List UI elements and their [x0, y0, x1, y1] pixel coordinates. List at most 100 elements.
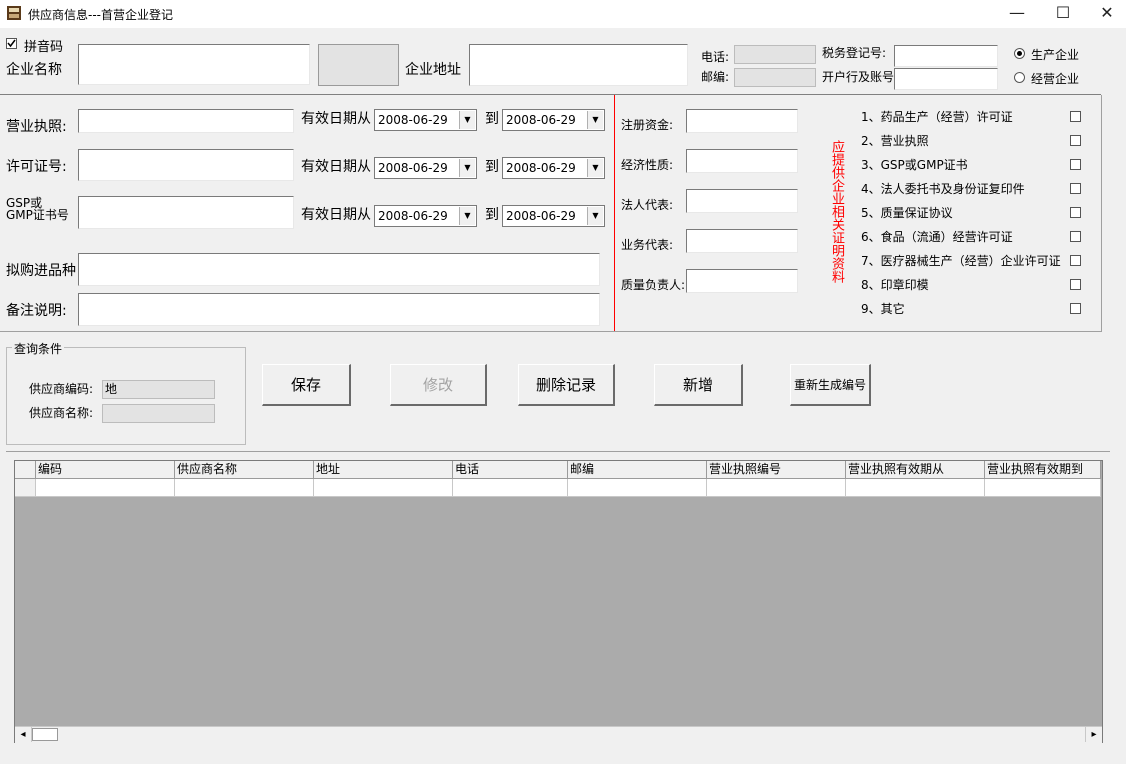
legal-rep-label: 法人代表: [621, 198, 674, 212]
document-item-label: 4、法人委托书及身份证复印件 [861, 182, 1025, 196]
document-item-label: 9、其它 [861, 302, 905, 316]
legal-rep-input[interactable] [686, 189, 798, 213]
grid-column-header[interactable]: 地址 [314, 461, 453, 479]
panel-bottom-border [0, 331, 1102, 332]
reg-capital-input[interactable] [686, 109, 798, 133]
regenerate-code-button[interactable]: 重新生成编号 [790, 364, 871, 406]
gsp-label-line2: GMP证书号 [6, 208, 69, 222]
gsp-from-date[interactable]: 2008-06-29 ▼ [374, 205, 477, 227]
red-separator [614, 95, 615, 331]
document-item-checkbox[interactable] [1070, 135, 1081, 146]
scroll-right-arrow-icon[interactable]: ▸ [1085, 727, 1102, 742]
chevron-down-icon[interactable]: ▼ [459, 207, 475, 225]
chevron-down-icon[interactable]: ▼ [587, 159, 603, 177]
phone-field[interactable] [734, 45, 816, 64]
document-item-checkbox[interactable] [1070, 231, 1081, 242]
grid-cell[interactable] [846, 479, 985, 497]
document-item-label: 3、GSP或GMP证书 [861, 158, 968, 172]
close-button[interactable]: ✕ [1084, 2, 1126, 26]
chevron-down-icon[interactable]: ▼ [587, 111, 603, 129]
chevron-down-icon[interactable]: ▼ [587, 207, 603, 225]
gsp-to-date[interactable]: 2008-06-29 ▼ [502, 205, 605, 227]
scroll-thumb[interactable] [32, 728, 58, 741]
document-item-checkbox[interactable] [1070, 255, 1081, 266]
pinyin-checkbox[interactable]: 拼音码 [6, 36, 86, 55]
permit-to-date-value: 2008-06-29 [506, 161, 576, 175]
document-item-label: 8、印章印模 [861, 278, 929, 292]
pinyin-checkbox-box[interactable] [6, 38, 17, 49]
gsp-to-label: 到 [485, 207, 499, 223]
edit-button[interactable]: 修改 [390, 364, 487, 406]
grid-cell[interactable] [314, 479, 453, 497]
document-item-checkbox[interactable] [1070, 279, 1081, 290]
chevron-down-icon[interactable]: ▼ [459, 111, 475, 129]
scroll-left-arrow-icon[interactable]: ◂ [15, 727, 32, 742]
gsp-label: GSP或 GMP证书号 [6, 197, 69, 221]
radio-trading-dot[interactable] [1014, 72, 1025, 83]
grid-cell[interactable] [707, 479, 846, 497]
delete-record-button[interactable]: 删除记录 [518, 364, 615, 406]
document-item-checkbox[interactable] [1070, 159, 1081, 170]
document-item-label: 2、营业执照 [861, 134, 929, 148]
chevron-down-icon[interactable]: ▼ [459, 159, 475, 177]
grid-column-header[interactable]: 电话 [453, 461, 568, 479]
econ-nature-input[interactable] [686, 149, 798, 173]
permit-to-date[interactable]: 2008-06-29 ▼ [502, 157, 605, 179]
purchase-variety-label: 拟购进品种 [6, 263, 76, 279]
gsp-valid-from-label: 有效日期从 [301, 207, 371, 223]
grid-column-header[interactable]: 营业执照有效期从 [846, 461, 985, 479]
maximize-button[interactable]: ☐ [1040, 2, 1086, 26]
grid-cell[interactable] [985, 479, 1101, 497]
grid-cell[interactable] [568, 479, 707, 497]
supplier-name-label: 供应商名称: [29, 406, 94, 420]
bank-account-input[interactable] [894, 68, 998, 90]
minimize-button[interactable]: — [994, 2, 1040, 26]
quality-head-input[interactable] [686, 269, 798, 293]
bl-valid-from-label: 有效日期从 [301, 111, 371, 127]
permit-input[interactable] [78, 149, 294, 181]
business-rep-input[interactable] [686, 229, 798, 253]
supplier-code-input[interactable]: 地 [102, 380, 215, 399]
supplier-name-input[interactable] [102, 404, 215, 423]
purchase-variety-input[interactable] [78, 253, 600, 286]
document-item-label: 1、药品生产（经营）许可证 [861, 110, 1013, 124]
save-button[interactable]: 保存 [262, 364, 351, 406]
pinyin-code-box[interactable] [318, 44, 399, 86]
company-address-input[interactable] [469, 44, 688, 86]
grid-row-indicator[interactable] [15, 479, 36, 497]
radio-production-dot[interactable] [1014, 48, 1025, 59]
grid-cell[interactable] [175, 479, 314, 497]
grid-corner-cell [15, 461, 36, 479]
radio-trading[interactable]: 经营企业 [1014, 69, 1114, 86]
check-icon [7, 39, 16, 48]
document-item-checkbox[interactable] [1070, 111, 1081, 122]
radio-production[interactable]: 生产企业 [1014, 45, 1114, 62]
permit-from-date[interactable]: 2008-06-29 ▼ [374, 157, 477, 179]
grid-column-header[interactable]: 营业执照编号 [707, 461, 846, 479]
company-name-input[interactable] [78, 44, 310, 85]
postcode-field[interactable] [734, 68, 816, 87]
permit-label: 许可证号: [6, 159, 67, 175]
quality-head-label: 质量负责人: [621, 278, 686, 292]
grid-cell[interactable] [453, 479, 568, 497]
bl-from-date-value: 2008-06-29 [378, 113, 448, 127]
bl-to-label: 到 [485, 111, 499, 127]
grid-cell[interactable] [36, 479, 175, 497]
tax-reg-input[interactable] [894, 45, 998, 67]
bl-from-date[interactable]: 2008-06-29 ▼ [374, 109, 477, 131]
document-item-checkbox[interactable] [1070, 207, 1081, 218]
remarks-input[interactable] [78, 293, 600, 326]
grid-column-header[interactable]: 编码 [36, 461, 175, 479]
business-license-input[interactable] [78, 109, 294, 133]
grid-column-header[interactable]: 供应商名称 [175, 461, 314, 479]
document-item-checkbox[interactable] [1070, 303, 1081, 314]
bl-to-date[interactable]: 2008-06-29 ▼ [502, 109, 605, 131]
document-item-checkbox[interactable] [1070, 183, 1081, 194]
grid-column-header[interactable]: 营业执照有效期到 [985, 461, 1101, 479]
grid-column-header[interactable]: 邮编 [568, 461, 707, 479]
company-name-label: 企业名称 [6, 62, 62, 78]
supplier-grid[interactable]: 编码 供应商名称 地址 电话 邮编 营业执照编号 营业执照有效期从 营业执照有效期到 ◂ ▸ [14, 460, 1103, 743]
gsp-input[interactable] [78, 196, 294, 229]
horizontal-scrollbar[interactable]: ◂ ▸ [15, 726, 1102, 743]
add-button[interactable]: 新增 [654, 364, 743, 406]
